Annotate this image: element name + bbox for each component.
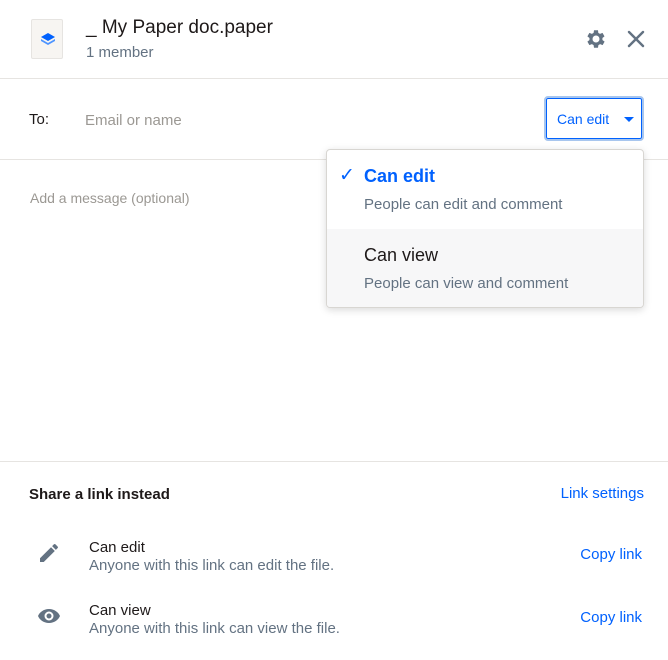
permission-dropdown-button[interactable]: Can edit: [544, 96, 644, 141]
menu-item-can-view[interactable]: Can view People can view and comment: [327, 229, 643, 307]
file-title: _ My Paper doc.paper: [86, 17, 273, 38]
permission-menu: ✓ Can edit People can edit and comment C…: [326, 149, 644, 308]
dialog-header: _ My Paper doc.paper 1 member: [0, 0, 668, 79]
copy-link-button[interactable]: Copy link: [580, 609, 642, 626]
member-count: 1 member: [86, 44, 154, 61]
menu-item-description: People can edit and comment: [364, 196, 563, 213]
gear-icon[interactable]: [584, 27, 608, 51]
to-label: To:: [29, 111, 50, 128]
link-row-description: Anyone with this link can view the file.: [89, 620, 340, 637]
pencil-icon: [37, 541, 61, 565]
eye-icon: [37, 604, 61, 628]
recipient-input[interactable]: [85, 107, 505, 133]
link-row-can-edit: Can edit Anyone with this link can edit …: [0, 535, 668, 585]
paper-doc-icon: [31, 19, 63, 59]
caret-down-icon: [624, 117, 634, 122]
link-row-title: Can view: [89, 602, 151, 619]
link-row-description: Anyone with this link can edit the file.: [89, 557, 335, 574]
close-icon[interactable]: [625, 28, 647, 50]
menu-item-can-edit[interactable]: ✓ Can edit People can edit and comment: [327, 150, 643, 229]
share-link-title: Share a link instead: [29, 486, 170, 503]
check-icon: ✓: [339, 165, 355, 186]
link-row-can-view: Can view Anyone with this link can view …: [0, 598, 668, 648]
menu-item-title: Can view: [364, 245, 439, 265]
copy-link-button[interactable]: Copy link: [580, 546, 642, 563]
share-link-section: Share a link instead Link settings Can e…: [0, 461, 668, 660]
permission-label: Can edit: [557, 111, 610, 127]
menu-item-description: People can view and comment: [364, 275, 569, 292]
recipient-row: To: Can edit: [0, 79, 668, 160]
link-row-title: Can edit: [89, 539, 145, 556]
link-settings-link[interactable]: Link settings: [561, 485, 644, 502]
menu-item-title: Can edit: [364, 166, 436, 186]
